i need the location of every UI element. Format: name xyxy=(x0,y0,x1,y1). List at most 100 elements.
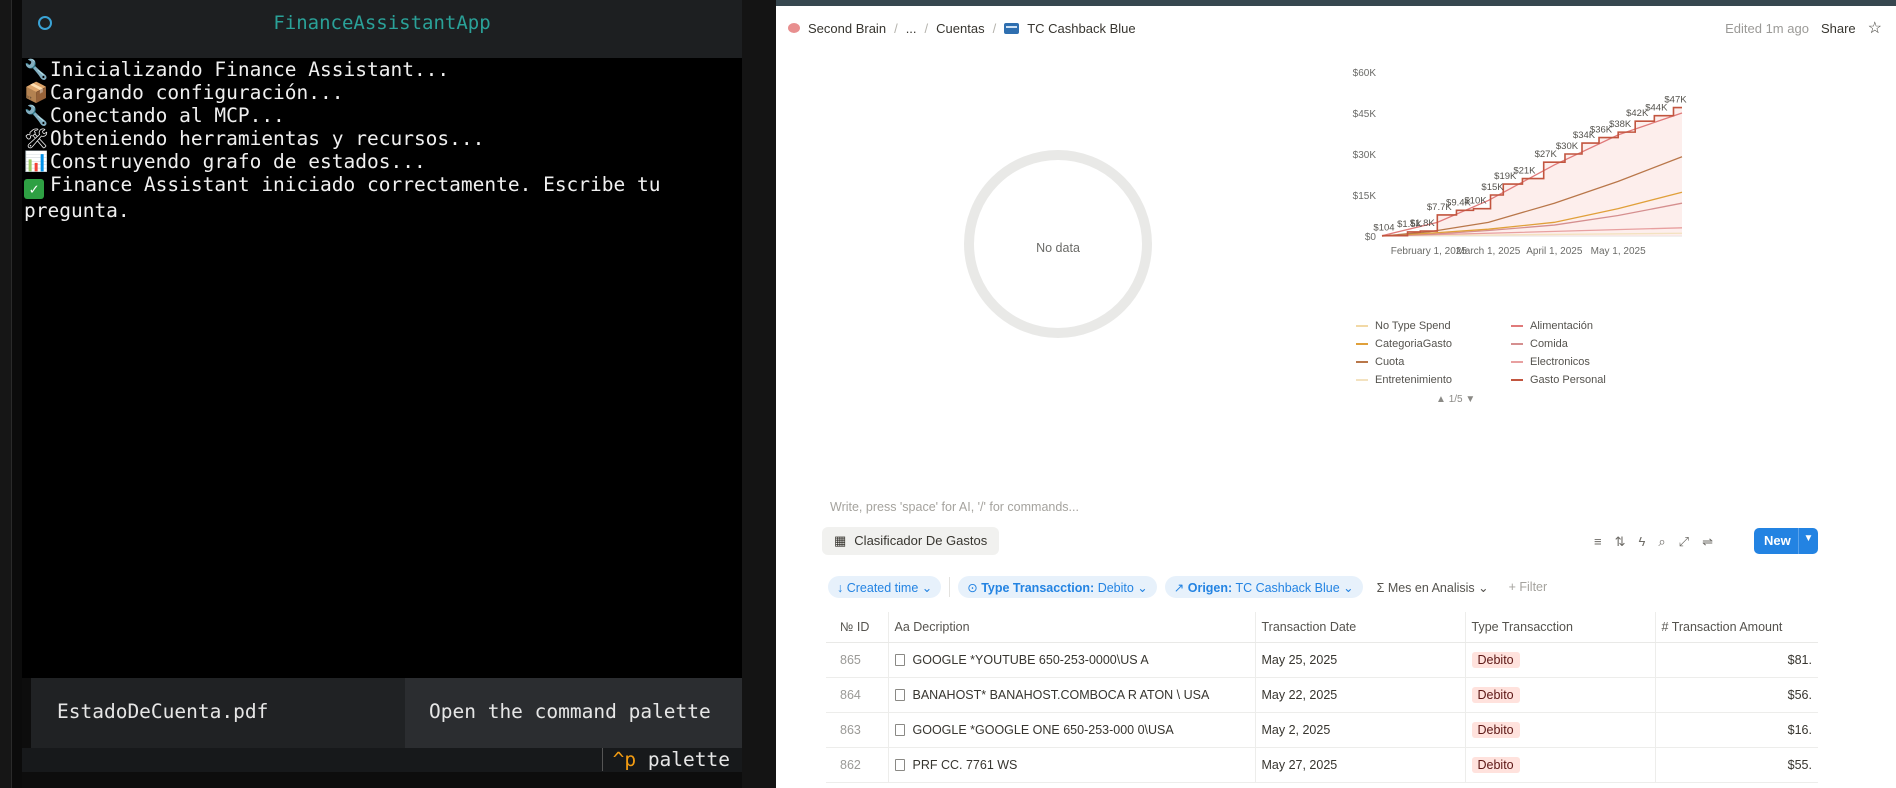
row-description-text: GOOGLE *YOUTUBE 650-253-0000\US A xyxy=(912,652,1149,667)
column-header-date[interactable]: Transaction Date xyxy=(1254,612,1465,643)
row-description[interactable]: GOOGLE *YOUTUBE 650-253-0000\US A xyxy=(887,642,1255,678)
window-edge-inner xyxy=(12,0,22,788)
page-actions: Edited 1m ago Share ☆ xyxy=(1725,18,1882,38)
search-icon[interactable]: ⌕ xyxy=(1658,534,1665,550)
breadcrumb: Second Brain / ... / Cuentas / TC Cashba… xyxy=(788,18,1136,38)
legend-item[interactable]: No Type Spend xyxy=(1356,320,1451,332)
row-amount[interactable]: $81. xyxy=(1654,642,1818,678)
terminal-output: 🔧Inicializando Finance Assistant... 📦Car… xyxy=(22,58,742,678)
row-type[interactable]: Debito xyxy=(1464,642,1655,678)
expand-icon[interactable]: ⤢ xyxy=(1679,534,1689,550)
file-name[interactable]: EstadoDeCuenta.pdf xyxy=(31,678,405,748)
legend-label: CategoriaGasto xyxy=(1375,338,1453,350)
row-amount[interactable]: $16. xyxy=(1654,712,1818,748)
legend-item[interactable]: Gasto Personal xyxy=(1511,374,1606,386)
row-type[interactable]: Debito xyxy=(1464,712,1655,748)
legend-label: Comida xyxy=(1530,338,1568,350)
automation-icon[interactable]: ϟ xyxy=(1639,534,1646,550)
data-label: $38K xyxy=(1609,119,1632,130)
row-amount[interactable]: $55. xyxy=(1654,747,1818,783)
view-toolbar: ≡ ⇅ ϟ ⌕ ⤢ ⇌ xyxy=(1594,534,1713,550)
type-filter-chip[interactable]: ⊙ Type Transacction: Debito ⌄ xyxy=(958,576,1157,598)
sort-icon[interactable]: ⇅ xyxy=(1615,534,1626,550)
legend-item[interactable]: Alimentación xyxy=(1511,320,1593,332)
transactions-table: № ID Aa Decription Transaction Date Type… xyxy=(826,612,1818,783)
row-description[interactable]: GOOGLE *GOOGLE ONE 650-253-000 0\USA xyxy=(887,712,1255,748)
y-tick-label: $15K xyxy=(1353,191,1377,202)
brain-icon xyxy=(788,23,800,33)
legend-item[interactable]: CategoriaGasto xyxy=(1356,338,1452,350)
column-header-type[interactable]: Type Transacction xyxy=(1464,612,1655,643)
table-icon: ▦ xyxy=(834,533,847,548)
notion-page: Second Brain / ... / Cuentas / TC Cashba… xyxy=(776,0,1896,788)
bar-chart-icon: 📊 xyxy=(24,150,49,173)
legend-pager[interactable]: ▲ 1/5 ▼ xyxy=(1436,394,1475,405)
terminal-window: FinanceAssistantApp 🔧Inicializando Finan… xyxy=(0,0,776,788)
breadcrumb-separator: / xyxy=(924,20,929,36)
legend-swatch xyxy=(1511,343,1523,345)
type-filter-value: Debito xyxy=(1097,581,1134,595)
row-id: 863 xyxy=(826,712,888,748)
x-tick-label: March 1, 2025 xyxy=(1456,246,1520,257)
row-description[interactable]: BANAHOST* BANAHOST.COMBOCA R ATON \ USA xyxy=(887,677,1255,713)
page-icon xyxy=(894,758,905,771)
window-gutter xyxy=(742,0,776,788)
add-filter-button[interactable]: + Filter xyxy=(1503,576,1554,598)
sort-label: Created time xyxy=(846,581,919,595)
origin-filter-chip[interactable]: ↗ Origen: TC Cashback Blue ⌄ xyxy=(1164,576,1363,598)
empty-donut-chart: No data xyxy=(964,150,1152,338)
legend-item[interactable]: Cuota xyxy=(1356,356,1404,368)
row-date[interactable]: May 2, 2025 xyxy=(1254,712,1465,748)
log-line: 🔧Conectando al MCP... xyxy=(22,104,722,127)
breadcrumb-item[interactable]: ... xyxy=(906,21,917,36)
star-icon[interactable]: ☆ xyxy=(1868,18,1882,38)
filter-icon[interactable]: ≡ xyxy=(1594,534,1602,550)
legend-item[interactable]: Comida xyxy=(1511,338,1568,350)
table-row[interactable]: 862 PRF CC. 7761 WS May 27, 2025 Debito … xyxy=(826,747,1818,783)
row-description-text: BANAHOST* BANAHOST.COMBOCA R ATON \ USA xyxy=(912,687,1210,702)
breadcrumb-separator: / xyxy=(894,20,898,36)
settings-icon[interactable]: ⇌ xyxy=(1702,534,1713,550)
new-button[interactable]: New ▼ xyxy=(1754,528,1818,554)
column-header-description[interactable]: Aa Decription xyxy=(887,612,1255,643)
legend-item[interactable]: Electronicos xyxy=(1511,356,1590,368)
row-description-text: PRF CC. 7761 WS xyxy=(912,757,1018,772)
column-header-id[interactable]: № ID xyxy=(826,612,888,643)
row-date[interactable]: May 27, 2025 xyxy=(1254,747,1465,783)
log-line: 🔧Inicializando Finance Assistant... xyxy=(22,58,722,81)
mes-filter-label: Mes en Analisis xyxy=(1387,581,1475,595)
row-type[interactable]: Debito xyxy=(1464,747,1655,783)
data-label: $47K xyxy=(1664,95,1687,106)
sort-chip[interactable]: ↓ Created time ⌄ xyxy=(828,576,942,598)
package-icon: 📦 xyxy=(24,81,49,104)
y-tick-label: $45K xyxy=(1353,109,1377,120)
editor-placeholder[interactable]: Write, press 'space' for AI, '/' for com… xyxy=(830,500,1079,514)
new-button-label: New xyxy=(1764,533,1791,548)
row-date[interactable]: May 22, 2025 xyxy=(1254,677,1465,713)
column-header-amount[interactable]: # Transaction Amount xyxy=(1654,612,1818,643)
command-palette-hint[interactable]: Open the command palette xyxy=(405,678,742,748)
row-type[interactable]: Debito xyxy=(1464,677,1655,713)
row-description[interactable]: PRF CC. 7761 WS xyxy=(887,747,1255,783)
table-row[interactable]: 864 BANAHOST* BANAHOST.COMBOCA R ATON \ … xyxy=(826,677,1818,713)
breadcrumb-item[interactable]: Cuentas xyxy=(936,21,984,36)
palette-shortcut[interactable]: ^p palette xyxy=(601,748,730,771)
view-tab[interactable]: ▦ Clasificador De Gastos xyxy=(822,527,1000,555)
legend-swatch xyxy=(1356,379,1368,381)
table-row[interactable]: 865 GOOGLE *YOUTUBE 650-253-0000\US A Ma… xyxy=(826,642,1818,678)
mes-filter[interactable]: Σ Mes en Analisis ⌄ xyxy=(1371,576,1495,598)
legend-swatch xyxy=(1511,361,1523,363)
credit-card-icon xyxy=(1004,22,1020,34)
terminal-title: FinanceAssistantApp xyxy=(273,12,491,34)
chevron-down-icon[interactable]: ▼ xyxy=(1798,528,1818,554)
breadcrumb-item[interactable]: TC Cashback Blue xyxy=(1027,21,1135,36)
legend-item[interactable]: Entretenimiento xyxy=(1356,374,1452,386)
legend-page-label: 1/5 xyxy=(1448,394,1463,405)
table-row[interactable]: 863 GOOGLE *GOOGLE ONE 650-253-000 0\USA… xyxy=(826,712,1818,748)
legend-label: Entretenimiento xyxy=(1375,374,1453,386)
breadcrumb-item[interactable]: Second Brain xyxy=(808,21,886,36)
share-button[interactable]: Share xyxy=(1821,21,1856,36)
row-amount[interactable]: $56. xyxy=(1654,677,1818,713)
page-icon xyxy=(894,653,905,666)
row-date[interactable]: May 25, 2025 xyxy=(1254,642,1465,678)
